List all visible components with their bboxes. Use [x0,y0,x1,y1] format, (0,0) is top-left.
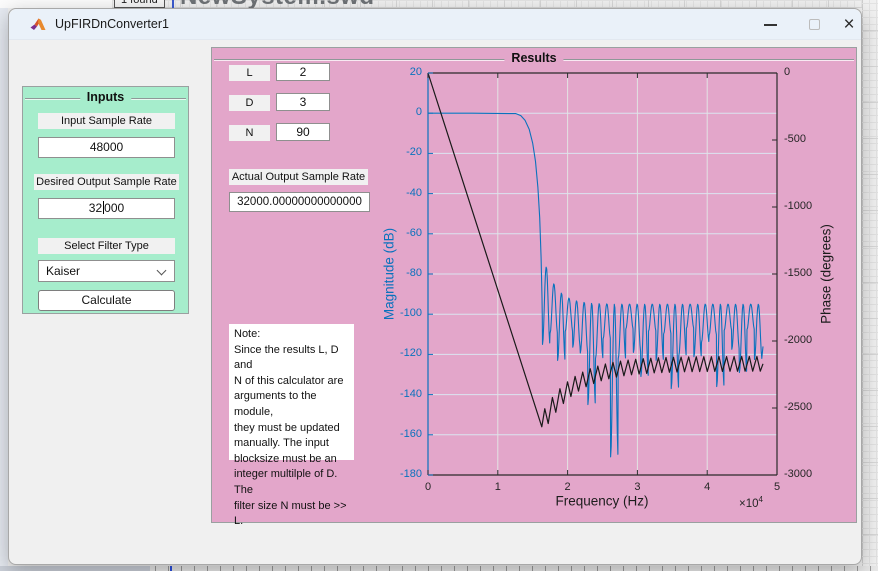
background-toolbar-strip: 1 found NewSystem.swd [0,0,878,8]
inputs-panel: Inputs Input Sample Rate 48000 Desired O… [22,86,189,314]
input-sample-rate-field[interactable]: 48000 [38,137,175,158]
result-l-label: L [229,65,270,81]
maximize-icon [809,19,820,30]
background-search-result: 1 found [114,0,165,8]
right-tick-label: -2000 [784,334,830,346]
bottom-tick-label: 5 [762,481,792,493]
right-tick-label: 0 [784,66,830,78]
window-title: UpFIRDnConverter1 [55,17,169,31]
field-text-before-caret: 32 [89,201,102,215]
right-tick-label: -500 [784,133,830,145]
bottom-tick-label: 0 [413,481,443,493]
x-axis-label: Frequency (Hz) [555,494,648,509]
result-d-value[interactable]: 3 [276,93,330,111]
chevron-down-icon [157,266,167,276]
desktop-background: 1 found NewSystem.swd UpFIRDnConverter1 [0,0,878,571]
filter-type-label: Select Filter Type [38,238,175,254]
right-tick-label: -2500 [784,401,830,413]
ruler-marker [170,566,172,571]
close-icon: × [843,15,854,34]
background-left-strip [0,8,8,571]
ruler-left-segment [0,566,150,571]
result-l-value[interactable]: 2 [276,63,330,81]
right-axis-label: Phase (degrees) [819,224,834,324]
note-text: Note: Since the results L, D and N of th… [229,324,354,460]
actual-output-sample-rate-label: Actual Output Sample Rate [229,169,368,185]
app-window: UpFIRDnConverter1 × Inputs Input Sample … [8,8,862,565]
minimize-button[interactable] [749,9,791,40]
bottom-tick-label: 3 [622,481,652,493]
filter-response-plot[interactable] [428,73,777,475]
close-button[interactable]: × [835,9,863,40]
results-panel: Results L 2 D 3 N 90 Actual Output Sampl… [211,47,857,523]
matlab-app-icon [30,17,46,33]
background-toolbar-left [0,0,112,8]
result-d-label: D [229,95,270,111]
left-tick-label: -180 [380,468,422,480]
calculate-button[interactable]: Calculate [38,290,175,311]
desired-output-sample-rate-field[interactable]: 32000 [38,198,175,219]
filter-type-selected-value: Kaiser [46,264,80,278]
left-tick-label: -140 [380,388,422,400]
right-tick-label: -3000 [784,468,830,480]
x-axis-exponent: ×104 [739,495,763,510]
left-tick-label: -20 [380,146,422,158]
background-grid-right [862,0,878,571]
maximize-button[interactable] [793,9,835,40]
bottom-tick-label: 4 [692,481,722,493]
minimize-icon [764,24,777,26]
result-n-value[interactable]: 90 [276,123,330,141]
left-tick-label: -120 [380,347,422,359]
background-separator [172,0,174,8]
results-panel-title: Results [504,51,563,65]
left-axis-label: Magnitude (dB) [382,228,397,320]
right-tick-label: -1000 [784,200,830,212]
result-n-label: N [229,125,270,141]
titlebar[interactable]: UpFIRDnConverter1 × [9,9,861,40]
left-tick-label: 0 [380,106,422,118]
background-ruler [0,566,878,571]
background-canvas-title: NewSystem.swd [180,0,375,8]
left-tick-label: -160 [380,428,422,440]
actual-output-sample-rate-value[interactable]: 32000.00000000000000 [229,192,370,212]
left-tick-label: 20 [380,66,422,78]
inputs-panel-title: Inputs [80,90,132,104]
input-sample-rate-label: Input Sample Rate [38,113,175,129]
bottom-tick-label: 1 [483,481,513,493]
ruler-ticks [155,566,878,571]
filter-type-dropdown[interactable]: Kaiser [38,260,175,282]
bottom-tick-label: 2 [553,481,583,493]
desired-output-sample-rate-label: Desired Output Sample Rate [34,174,179,190]
field-text-after-caret: 000 [104,201,124,215]
left-tick-label: -40 [380,187,422,199]
